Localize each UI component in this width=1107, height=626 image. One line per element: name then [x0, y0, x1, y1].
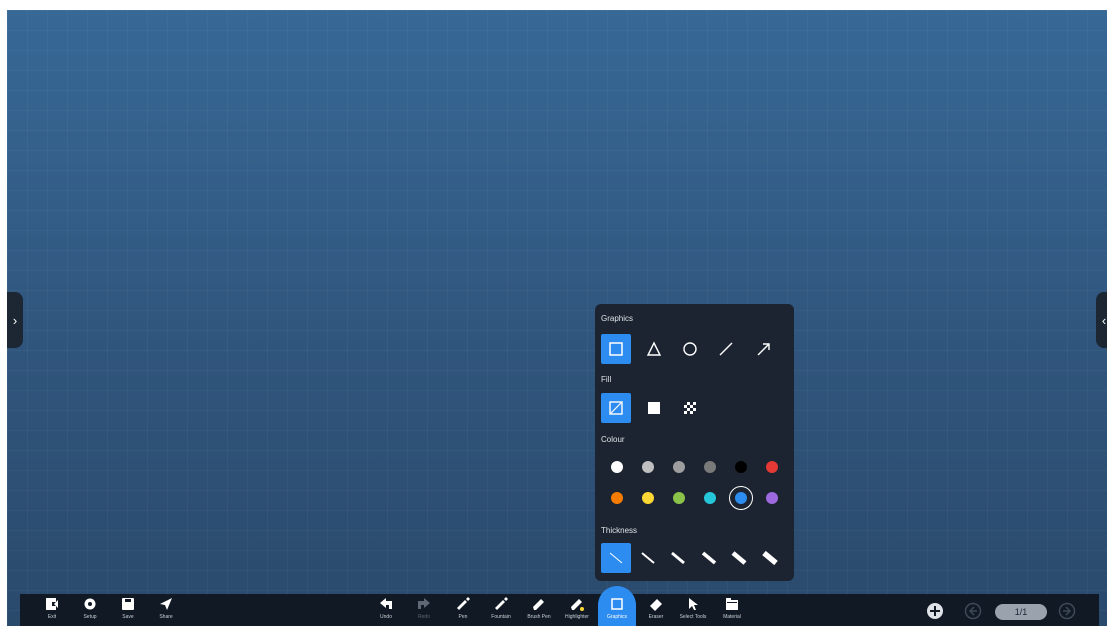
setup-button[interactable]: Setup: [74, 594, 106, 626]
colour-swatch[interactable]: [642, 492, 654, 504]
cursor-arrow-icon: [689, 598, 698, 610]
shape-rectangle-option[interactable]: [601, 334, 631, 364]
highlighter-icon: [571, 599, 584, 611]
colour-swatch[interactable]: [704, 492, 716, 504]
thickness-option[interactable]: [633, 543, 663, 573]
colour-swatch[interactable]: [611, 461, 623, 473]
right-expand-handle[interactable]: ‹: [1096, 292, 1107, 348]
next-page-button[interactable]: [1058, 602, 1076, 625]
select-tools-button[interactable]: Select Tools: [677, 594, 709, 626]
save-button[interactable]: Save: [112, 594, 144, 626]
thickness-option[interactable]: [601, 543, 631, 573]
select-tools-label: Select Tools: [679, 614, 707, 620]
fountain-pen-label: Fountain: [491, 614, 511, 620]
save-icon: [122, 598, 134, 610]
fill-pattern-option[interactable]: [675, 393, 705, 423]
stroke-width-icon: [671, 551, 685, 565]
eraser-icon: [650, 599, 662, 611]
page-indicator[interactable]: 1/1: [995, 604, 1047, 620]
save-label: Save: [122, 614, 134, 620]
colour-swatch[interactable]: [704, 461, 716, 473]
thickness-option[interactable]: [663, 543, 693, 573]
colour-swatch[interactable]: [611, 492, 623, 504]
brush-pen-button[interactable]: Brush Pen: [523, 594, 555, 626]
thickness-section-title: Thickness: [601, 526, 638, 535]
pen-label: Pen: [458, 614, 468, 620]
stroke-width-icon: [731, 551, 747, 565]
highlighter-button[interactable]: Highlighter: [561, 594, 593, 626]
fountain-pen-button[interactable]: Fountain: [485, 594, 517, 626]
colour-swatch[interactable]: [673, 461, 685, 473]
brush-pen-icon: [533, 599, 544, 610]
redo-label: Redo: [418, 614, 430, 620]
highlighter-label: Highlighter: [565, 614, 589, 620]
no-fill-icon: [609, 401, 623, 415]
folder-icon: [726, 598, 738, 610]
fountain-pen-icon: [495, 597, 508, 610]
whiteboard-canvas[interactable]: [7, 10, 1107, 626]
redo-icon: [418, 598, 430, 609]
colour-swatch[interactable]: [766, 492, 778, 504]
pen-button[interactable]: Pen: [447, 594, 479, 626]
material-label: Material: [723, 614, 741, 620]
arrow-right-circle-icon: [1058, 602, 1076, 620]
colour-swatch[interactable]: [673, 492, 685, 504]
colour-section-title: Colour: [601, 435, 625, 444]
stroke-width-icon: [641, 552, 655, 564]
square-shape-icon: [611, 598, 623, 610]
stroke-width-icon: [609, 552, 623, 564]
pen-icon: [457, 597, 470, 610]
undo-label: Undo: [380, 614, 392, 620]
solid-fill-icon: [648, 402, 660, 414]
checker-fill-icon: [684, 402, 696, 414]
triangle-icon: [646, 341, 662, 356]
undo-button[interactable]: Undo: [370, 594, 402, 626]
shape-triangle-option[interactable]: [639, 334, 669, 364]
add-circle-icon: [927, 603, 943, 619]
graphics-button[interactable]: Graphics: [601, 594, 633, 626]
graphics-section-title: Graphics: [601, 314, 634, 323]
exit-button[interactable]: Exit: [36, 594, 68, 626]
fill-solid-option[interactable]: [639, 393, 669, 423]
eraser-label: Eraser: [648, 614, 664, 620]
circle-icon: [683, 342, 697, 356]
colour-swatch[interactable]: [766, 461, 778, 473]
graphics-panel: Graphics Fill Colour Thickness: [595, 304, 794, 581]
share-label: Share: [159, 614, 173, 620]
arrow-left-circle-icon: [964, 602, 982, 620]
shape-line-option[interactable]: [711, 334, 741, 364]
gear-icon: [84, 598, 96, 610]
share-button[interactable]: Share: [150, 594, 182, 626]
redo-button[interactable]: Redo: [408, 594, 440, 626]
setup-label: Setup: [83, 614, 97, 620]
shape-circle-option[interactable]: [675, 334, 705, 364]
colour-swatch[interactable]: [735, 461, 747, 473]
thickness-option[interactable]: [724, 543, 754, 573]
brush-pen-label: Brush Pen: [527, 614, 551, 620]
chevron-right-icon: ›: [12, 312, 18, 328]
undo-icon: [380, 598, 392, 609]
stroke-width-icon: [762, 550, 778, 566]
rectangle-icon: [609, 342, 623, 356]
left-expand-handle[interactable]: ›: [7, 292, 23, 348]
fill-section-title: Fill: [601, 375, 612, 384]
material-button[interactable]: Material: [716, 594, 748, 626]
chevron-left-icon: ‹: [1101, 312, 1107, 328]
selected-colour-ring: [729, 486, 753, 510]
shape-arrow-option[interactable]: [749, 334, 779, 364]
graphics-label: Graphics: [606, 614, 627, 620]
add-page-button[interactable]: [926, 602, 944, 625]
fill-none-option[interactable]: [601, 393, 631, 423]
send-icon: [160, 598, 172, 610]
arrow-icon: [757, 343, 770, 356]
stroke-width-icon: [701, 551, 717, 565]
thickness-option[interactable]: [694, 543, 724, 573]
exit-label: Exit: [47, 614, 57, 620]
thickness-option[interactable]: [755, 543, 785, 573]
exit-icon: [46, 598, 59, 610]
eraser-button[interactable]: Eraser: [640, 594, 672, 626]
colour-swatch[interactable]: [642, 461, 654, 473]
line-icon: [719, 342, 733, 356]
previous-page-button[interactable]: [964, 602, 982, 625]
